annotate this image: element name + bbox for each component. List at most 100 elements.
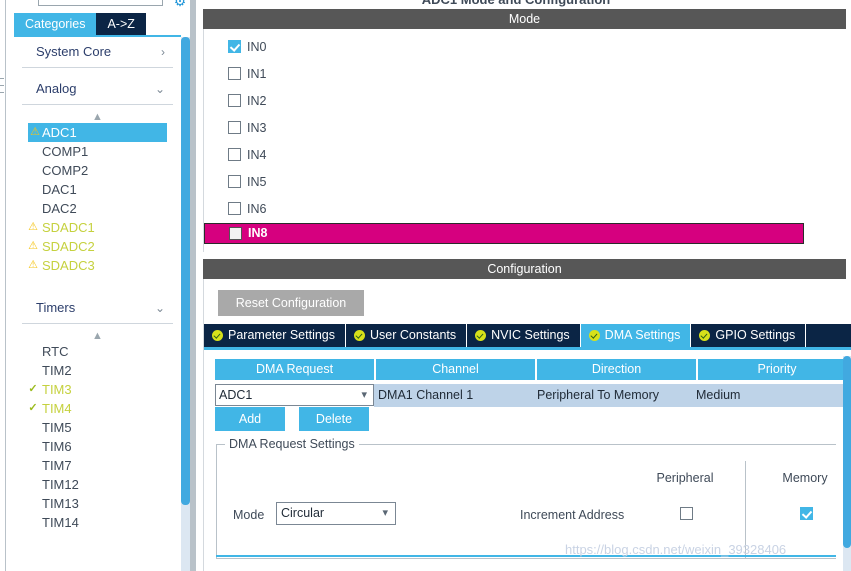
delete-button[interactable]: Delete [299, 407, 369, 431]
mode-channel-list: IN0 IN1 IN2 IN3 IN4 IN5 IN6 IN8 [203, 29, 846, 252]
sidebar-item-tim12[interactable]: TIM12 [14, 475, 181, 494]
sidebar-item-label: TIM14 [42, 515, 79, 530]
sidebar-item-tim6[interactable]: TIM6 [14, 437, 181, 456]
configuration-tab-bar: Parameter Settings User Constants NVIC Set… [204, 324, 851, 347]
sidebar-item-tim14[interactable]: TIM14 [14, 513, 181, 532]
mode-row-in2[interactable]: IN2 [204, 88, 828, 115]
mode-row-in0[interactable]: IN0 [204, 34, 828, 61]
sidebar-item-sdadc1[interactable]: ⚠ SDADC1 [14, 218, 181, 237]
mode-section-header: Mode [203, 9, 846, 29]
mode-row-in1[interactable]: IN1 [204, 61, 828, 88]
sidebar-item-dac2[interactable]: DAC2 [14, 199, 181, 218]
sidebar-item-tim4[interactable]: ✓ TIM4 [14, 399, 181, 418]
sidebar-section-label: Analog [36, 81, 77, 96]
timers-scroll-up-icon[interactable]: ▲ [14, 330, 181, 342]
checkbox-in8[interactable] [229, 227, 242, 240]
mode-row-in6[interactable]: IN6 [204, 196, 828, 223]
blank-icon [26, 494, 40, 513]
sidebar-scrollbar-thumb[interactable] [181, 37, 190, 505]
sidebar-item-label: TIM6 [42, 439, 72, 454]
increment-address-memory-checkbox[interactable] [800, 507, 813, 520]
mode-row-label: IN4 [247, 148, 267, 162]
check-circle-icon [588, 330, 600, 341]
dma-request-select[interactable]: ADC1 ▾ [215, 384, 374, 406]
tab-user-constants[interactable]: User Constants [346, 324, 468, 347]
sidebar-item-tim7[interactable]: TIM7 [14, 456, 181, 475]
sidebar-item-adc1[interactable]: ⚠ ADC1 [28, 123, 167, 142]
dma-mode-select[interactable]: Circular ▾ [276, 502, 396, 525]
checkbox-in0[interactable] [228, 40, 241, 53]
checkbox-in5[interactable] [228, 175, 241, 188]
mode-row-in3[interactable]: IN3 [204, 115, 828, 142]
mode-row-in4[interactable]: IN4 [204, 142, 828, 169]
warning-icon: ⚠ [28, 221, 38, 233]
sidebar-item-sdadc2[interactable]: ⚠ SDADC2 [14, 237, 181, 256]
cell-direction: Peripheral To Memory [533, 384, 692, 407]
blank-icon [26, 199, 40, 218]
tab-label: GPIO Settings [715, 328, 796, 342]
checkbox-in4[interactable] [228, 148, 241, 161]
sidebar-item-label: TIM12 [42, 477, 79, 492]
mode-row-label: IN5 [247, 175, 267, 189]
blank-icon [26, 361, 40, 380]
main-scrollbar-thumb[interactable] [843, 356, 851, 548]
add-button[interactable]: Add [215, 407, 285, 431]
blank-icon [26, 513, 40, 532]
check-circle-icon [212, 330, 223, 341]
tab-a-to-z[interactable]: A->Z [96, 13, 146, 35]
sidebar-item-tim2[interactable]: TIM2 [14, 361, 181, 380]
sidebar-section-label: System Core [36, 44, 112, 59]
check-circle-icon [354, 330, 365, 341]
increment-address-peripheral-checkbox[interactable] [680, 507, 693, 520]
sidebar-item-label: RTC [42, 344, 69, 359]
edge-tick-marks [0, 78, 4, 118]
configuration-panel: Reset Configuration Parameter Settings Us… [203, 279, 851, 571]
search-input[interactable] [38, 0, 163, 6]
blank-icon [26, 418, 40, 437]
dma-mode-value: Circular [281, 506, 325, 520]
sidebar-item-tim13[interactable]: TIM13 [14, 494, 181, 513]
sidebar-item-dac1[interactable]: DAC1 [14, 180, 181, 199]
warning-icon: ⚠ [28, 240, 38, 252]
sidebar-section-label: Timers [36, 300, 76, 315]
tab-dma-settings[interactable]: DMA Settings [580, 324, 692, 347]
sidebar-item-tim5[interactable]: TIM5 [14, 418, 181, 437]
sidebar-tab-group: Categories A->Z [14, 13, 146, 35]
analog-peripheral-list: ⚠ ADC1 COMP1 COMP2 DAC1 DAC2 ⚠ SDADC1 ⚠ SDADC2 ⚠ SD… [14, 123, 181, 275]
mode-row-in5[interactable]: IN5 [204, 169, 828, 196]
tab-categories[interactable]: Categories [14, 13, 97, 35]
gear-icon[interactable]: ⚙ [173, 0, 187, 8]
checkbox-in3[interactable] [228, 121, 241, 134]
sidebar-item-label: SDADC3 [42, 258, 95, 273]
sidebar-item-label: DAC2 [42, 201, 77, 216]
sidebar-section-timers[interactable]: Timers ⌄ [22, 293, 173, 324]
group-legend: DMA Request Settings [225, 437, 359, 451]
warning-icon: ⚠ [30, 126, 40, 138]
sidebar-item-sdadc3[interactable]: ⚠ SDADC3 [14, 256, 181, 275]
checkbox-in2[interactable] [228, 94, 241, 107]
chevron-down-icon: ⌄ [154, 301, 165, 315]
tab-underline [204, 347, 851, 350]
checkbox-in6[interactable] [228, 202, 241, 215]
tab-nvic-settings[interactable]: NVIC Settings [467, 324, 581, 347]
checkbox-in1[interactable] [228, 67, 241, 80]
sidebar-section-system-core[interactable]: System Core › [22, 37, 173, 68]
analog-scroll-up-icon[interactable]: ▲ [14, 111, 181, 123]
sidebar-item-tim3[interactable]: ✓ TIM3 [14, 380, 181, 399]
sidebar-item-label: TIM3 [42, 382, 72, 397]
tab-label: DMA Settings [604, 328, 681, 342]
tab-gpio-settings[interactable]: GPIO Settings [691, 324, 807, 347]
tab-parameter-settings[interactable]: Parameter Settings [204, 324, 346, 347]
sidebar-item-comp1[interactable]: COMP1 [14, 142, 181, 161]
sidebar-item-label: ADC1 [42, 125, 77, 140]
sidebar-item-comp2[interactable]: COMP2 [14, 161, 181, 180]
table-row[interactable]: ADC1 ▾ DMA1 Channel 1 Peripheral To Memo… [215, 384, 851, 407]
mode-row-in8[interactable]: IN8 [204, 223, 804, 244]
mode-row-label: IN8 [248, 226, 268, 240]
check-circle-icon [475, 330, 487, 341]
blank-icon [26, 437, 40, 456]
column-header-channel: Channel [376, 359, 535, 380]
sidebar-section-analog[interactable]: Analog ⌄ [22, 74, 173, 105]
reset-configuration-button[interactable]: Reset Configuration [218, 290, 364, 316]
sidebar-item-rtc[interactable]: RTC [14, 342, 181, 361]
